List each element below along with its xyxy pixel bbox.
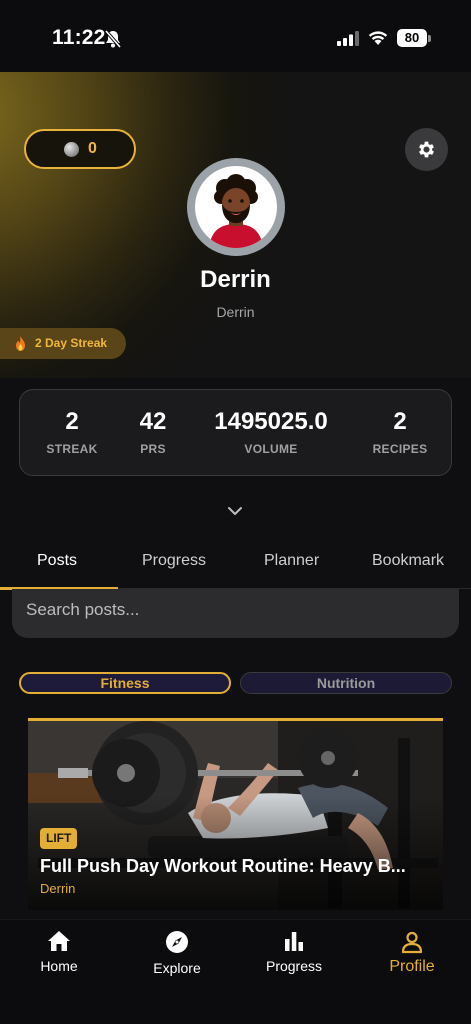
tab-progress[interactable]: Progress [142, 552, 206, 570]
nav-label: Explore [153, 960, 201, 976]
tab-bookmark[interactable]: Bookmark [372, 552, 471, 570]
nav-label: Progress [265, 958, 323, 974]
fire-icon [16, 336, 25, 351]
status-time: 11:22 [52, 26, 106, 49]
tab-planner[interactable]: Planner [264, 552, 319, 570]
chevron-down-icon[interactable] [227, 503, 243, 519]
nav-label: Home [40, 958, 78, 974]
stat-label: PRS [140, 442, 166, 456]
profile-header: 0 Derrin Derrin 2 Day Streak [0, 72, 471, 378]
nav-profile[interactable]: Profile [362, 930, 462, 976]
filter-chip-nutrition[interactable]: Nutrition [240, 672, 452, 694]
coin-balance-pill[interactable]: 0 [24, 129, 136, 169]
bar-chart-icon [285, 932, 303, 951]
stat-value: 1495025.0 [214, 408, 328, 435]
username: Derrin [216, 304, 255, 320]
post-card[interactable]: LIFT Full Push Day Workout Routine: Heav… [28, 718, 443, 910]
nav-explore[interactable]: Explore [127, 930, 227, 976]
coin-count: 0 [88, 140, 97, 157]
avatar[interactable] [187, 158, 285, 256]
nav-home[interactable]: Home [9, 930, 109, 974]
nav-progress[interactable]: Progress [244, 930, 344, 974]
bottom-navigation: Home Explore Progress Profile [0, 919, 471, 1024]
post-author: Derrin [40, 881, 76, 896]
stat-streak: 2 STREAK [38, 408, 106, 456]
post-card-accent [28, 718, 443, 721]
stat-value: 2 [65, 408, 79, 435]
settings-button[interactable] [405, 128, 448, 171]
stat-label: RECIPES [372, 442, 428, 456]
bell-slash-icon [104, 29, 122, 49]
signal-icon [337, 31, 359, 46]
post-tag-badge: LIFT [40, 828, 78, 849]
home-icon [48, 931, 70, 951]
battery-nub [428, 35, 431, 42]
stat-prs: 42 PRS [123, 408, 183, 456]
avatar-image [195, 166, 277, 248]
gear-icon [419, 141, 434, 158]
post-gradient-overlay [28, 718, 443, 910]
stat-label: VOLUME [244, 442, 298, 456]
filter-chip-fitness[interactable]: Fitness [19, 672, 231, 694]
stat-volume: 1495025.0 VOLUME [202, 408, 340, 456]
wifi-icon [368, 31, 388, 45]
stats-card: 2 STREAK 42 PRS 1495025.0 VOLUME 2 RECIP… [19, 389, 452, 476]
profile-tabs: Posts Progress Planner Bookmark [0, 540, 471, 590]
coin-icon [64, 142, 79, 157]
display-name: Derrin [200, 266, 271, 293]
stat-recipes: 2 RECIPES [362, 408, 438, 456]
status-bar: 11:22 80 [0, 0, 471, 72]
stat-value: 2 [393, 408, 407, 435]
compass-icon [166, 931, 188, 953]
battery-indicator: 80 [397, 29, 427, 47]
tab-posts[interactable]: Posts [37, 552, 77, 570]
stat-label: STREAK [46, 442, 98, 456]
streak-label: 2 Day Streak [35, 336, 108, 350]
nav-label: Profile [389, 958, 435, 975]
search-input[interactable] [12, 589, 459, 638]
stat-value: 42 [139, 408, 167, 435]
streak-badge: 2 Day Streak [0, 328, 126, 359]
post-title: Full Push Day Workout Routine: Heavy B..… [40, 856, 406, 876]
user-icon [401, 931, 423, 954]
